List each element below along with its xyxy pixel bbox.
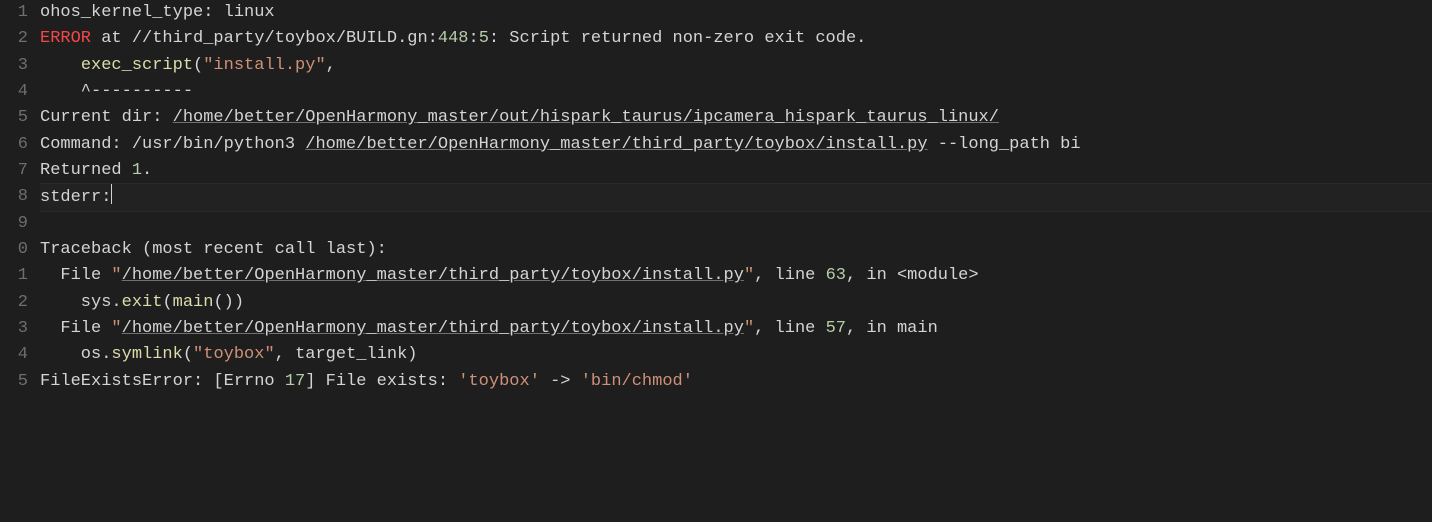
- code-token: ^----------: [40, 82, 193, 101]
- code-token: /home/better/OpenHarmony_master/third_pa…: [305, 135, 927, 154]
- code-line[interactable]: Command: /usr/bin/python3 /home/better/O…: [40, 132, 1432, 158]
- code-token: , line: [754, 319, 825, 338]
- code-content[interactable]: ohos_kernel_type: linux ERROR at //third_…: [40, 0, 1432, 395]
- code-line[interactable]: Returned 1.: [40, 158, 1432, 184]
- line-number: 1: [0, 0, 28, 26]
- code-token: 57: [826, 319, 846, 338]
- code-token: 17: [285, 372, 305, 391]
- code-token: 5: [479, 29, 489, 48]
- code-token: 'toybox': [458, 372, 540, 391]
- code-token: , in <module>: [846, 266, 979, 285]
- code-token: :: [468, 29, 478, 48]
- code-token: 'bin/chmod': [581, 372, 693, 391]
- code-token: ": [111, 319, 121, 338]
- line-number: 7: [0, 158, 28, 184]
- code-token: /home/better/OpenHarmony_master/third_pa…: [122, 319, 744, 338]
- code-token: stderr:: [40, 188, 111, 207]
- code-line[interactable]: [40, 211, 1432, 237]
- code-token: /home/better/OpenHarmony_master/third_pa…: [122, 266, 744, 285]
- code-token: 1: [132, 161, 142, 180]
- code-line[interactable]: stderr:: [40, 184, 1432, 210]
- code-line[interactable]: File "/home/better/OpenHarmony_master/th…: [40, 316, 1432, 342]
- code-token: FileExistsError: [Errno: [40, 372, 285, 391]
- code-token: exec_script: [81, 56, 193, 75]
- code-line[interactable]: ohos_kernel_type: linux: [40, 0, 1432, 26]
- code-token: 448: [438, 29, 469, 48]
- code-line[interactable]: Current dir: /home/better/OpenHarmony_ma…: [40, 105, 1432, 131]
- code-token: ] File exists:: [305, 372, 458, 391]
- code-token: : Script returned non-zero exit code.: [489, 29, 866, 48]
- code-token: symlink: [111, 345, 182, 364]
- code-token: "install.py": [203, 56, 325, 75]
- line-number: 5: [0, 105, 28, 131]
- code-token: (: [183, 345, 193, 364]
- code-token: , in main: [846, 319, 938, 338]
- line-number: 2: [0, 290, 28, 316]
- code-token: Returned: [40, 161, 132, 180]
- code-token: os.: [40, 345, 111, 364]
- line-number: 4: [0, 79, 28, 105]
- code-line[interactable]: sys.exit(main()): [40, 290, 1432, 316]
- code-token: [40, 56, 81, 75]
- line-number: 1: [0, 263, 28, 289]
- code-line[interactable]: FileExistsError: [Errno 17] File exists:…: [40, 369, 1432, 395]
- text-cursor: [111, 184, 112, 204]
- code-line[interactable]: File "/home/better/OpenHarmony_master/th…: [40, 263, 1432, 289]
- line-number: 6: [0, 132, 28, 158]
- code-token: Traceback (most recent call last):: [40, 240, 387, 259]
- code-token: at //third_party/toybox/BUILD.gn:: [91, 29, 438, 48]
- line-number: 3: [0, 316, 28, 342]
- line-number: 8: [0, 184, 28, 210]
- code-line[interactable]: ERROR at //third_party/toybox/BUILD.gn:4…: [40, 26, 1432, 52]
- code-token: ,: [326, 56, 336, 75]
- code-token: --long_path bi: [928, 135, 1081, 154]
- code-token: ERROR: [40, 29, 91, 48]
- code-line[interactable]: Traceback (most recent call last):: [40, 237, 1432, 263]
- code-line[interactable]: ^----------: [40, 79, 1432, 105]
- line-number: 5: [0, 369, 28, 395]
- code-token: File: [40, 319, 111, 338]
- code-token: .: [142, 161, 152, 180]
- code-token: ->: [540, 372, 581, 391]
- code-token: exit: [122, 293, 163, 312]
- code-token: /home/better/OpenHarmony_master/out/hisp…: [173, 108, 999, 127]
- code-token: 63: [826, 266, 846, 285]
- code-token: Command: /usr/bin/python3: [40, 135, 305, 154]
- code-token: ": [744, 266, 754, 285]
- line-number: 2: [0, 26, 28, 52]
- code-line[interactable]: os.symlink("toybox", target_link): [40, 342, 1432, 368]
- code-token: (: [193, 56, 203, 75]
- line-number: 9: [0, 211, 28, 237]
- code-token: ohos_kernel_type: linux: [40, 3, 275, 22]
- code-token: Current dir:: [40, 108, 173, 127]
- code-token: , line: [754, 266, 825, 285]
- code-token: "toybox": [193, 345, 275, 364]
- line-number: 4: [0, 342, 28, 368]
- line-number-gutter: 123456789012345: [0, 0, 40, 395]
- code-token: ()): [213, 293, 244, 312]
- code-token: (: [162, 293, 172, 312]
- line-number: 0: [0, 237, 28, 263]
- code-token: , target_link): [275, 345, 418, 364]
- line-number: 3: [0, 53, 28, 79]
- code-editor[interactable]: 123456789012345 ohos_kernel_type: linuxE…: [0, 0, 1432, 395]
- code-token: main: [173, 293, 214, 312]
- code-line[interactable]: exec_script("install.py",: [40, 53, 1432, 79]
- code-token: sys.: [40, 293, 122, 312]
- code-token: ": [111, 266, 121, 285]
- code-token: File: [40, 266, 111, 285]
- code-token: ": [744, 319, 754, 338]
